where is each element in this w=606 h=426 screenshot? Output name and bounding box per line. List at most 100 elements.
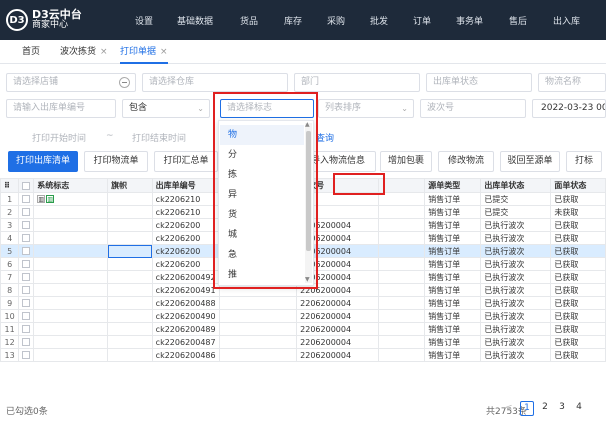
col-source-type[interactable]: 源单类型 xyxy=(424,178,482,193)
banner-flag-cell[interactable] xyxy=(107,244,153,258)
col-outbound-no[interactable]: 出库单编号 xyxy=(151,178,220,193)
search-link[interactable]: 查询 xyxy=(316,131,334,144)
dropdown-option[interactable]: 物 xyxy=(220,125,304,145)
row-checkbox[interactable] xyxy=(18,348,35,362)
outbound-no-cell[interactable]: ck2206200490 xyxy=(151,309,220,323)
tab-home[interactable]: 首页 xyxy=(22,40,40,64)
clear-icon[interactable] xyxy=(119,77,130,88)
print-end-time-input[interactable]: 打印结束时间 xyxy=(132,131,186,144)
page-4-button[interactable]: 4 xyxy=(572,401,586,416)
banner-flag-cell[interactable] xyxy=(107,257,153,271)
nav-orders[interactable]: 订单 xyxy=(413,14,431,27)
prev-page-button[interactable]: < xyxy=(505,403,513,413)
scroll-up-icon[interactable]: ▲ xyxy=(305,121,310,128)
store-select[interactable]: 请选择店铺 xyxy=(6,73,136,92)
dropdown-option[interactable]: 城 xyxy=(220,225,304,245)
nav-wholesale[interactable]: 批发 xyxy=(370,14,388,27)
modify-logistics-button[interactable]: 修改物流 xyxy=(438,151,494,172)
row-checkbox[interactable] xyxy=(18,192,35,206)
banner-flag-cell[interactable] xyxy=(107,348,153,362)
banner-flag-cell[interactable] xyxy=(107,231,153,245)
banner-flag-cell[interactable] xyxy=(107,192,153,206)
outbound-no-cell[interactable]: ck2206200 xyxy=(151,218,220,232)
outbound-no-cell[interactable]: ck2206210 xyxy=(151,205,220,219)
banner-flag-cell[interactable] xyxy=(107,322,153,336)
row-checkbox[interactable] xyxy=(18,218,35,232)
logistics-name-select[interactable]: 物流名称 xyxy=(538,73,606,92)
banner-flag-cell[interactable] xyxy=(107,205,153,219)
nav-in-out-warehouse[interactable]: 出入库 xyxy=(553,14,580,27)
nav-inventory[interactable]: 库存 xyxy=(284,14,302,27)
match-mode-select[interactable]: 包含 ⌄ xyxy=(122,99,210,118)
outbound-no-cell[interactable]: ck2206200 xyxy=(151,231,220,245)
print-outbound-list-button[interactable]: 打印出库清单 xyxy=(8,151,78,172)
scroll-down-icon[interactable]: ▼ xyxy=(305,276,310,283)
nav-settings[interactable]: 设置 xyxy=(135,14,153,27)
dropdown-option[interactable]: 货 xyxy=(220,205,304,225)
row-checkbox[interactable] xyxy=(18,335,35,349)
table-row[interactable]: 9 ck2206200488 2206200004 销售订单 已执行波次 已获取 xyxy=(0,296,606,310)
nav-goods[interactable]: 货品 xyxy=(240,14,258,27)
outbound-no-input[interactable]: 请输入出库单编号 xyxy=(6,99,116,118)
dropdown-scrollbar-thumb[interactable] xyxy=(306,131,311,251)
dropdown-option[interactable]: 异 xyxy=(220,185,304,205)
outbound-no-cell[interactable]: ck2206200 xyxy=(151,244,220,258)
nav-transactions[interactable]: 事务单 xyxy=(456,14,483,27)
row-checkbox[interactable] xyxy=(18,283,35,297)
close-icon[interactable]: × xyxy=(100,47,108,57)
tag-button[interactable]: 打标 xyxy=(566,151,602,172)
col-face-sheet-status[interactable]: 面单状态 xyxy=(550,178,606,193)
banner-flag-cell[interactable] xyxy=(107,270,153,284)
print-summary-button[interactable]: 打印汇总单 xyxy=(154,151,218,172)
col-system-flag[interactable]: 系统标志 xyxy=(33,178,109,193)
flag-select[interactable]: 请选择标志 xyxy=(220,99,314,118)
table-row[interactable]: 10 ck2206200490 2206200004 销售订单 已执行波次 已获取 xyxy=(0,309,606,323)
nav-after-sales[interactable]: 售后 xyxy=(509,14,527,27)
reject-to-source-button[interactable]: 驳回至源单 xyxy=(500,151,560,172)
list-sort-select[interactable]: 列表排序 ⌄ xyxy=(318,99,414,118)
banner-flag-cell[interactable] xyxy=(107,335,153,349)
add-package-button[interactable]: 增加包裹 xyxy=(380,151,432,172)
department-select[interactable]: 部门 xyxy=(294,73,420,92)
col-outbound-status[interactable]: 出库单状态 xyxy=(480,178,552,193)
table-row[interactable]: 13 ck2206200486 2206200004 销售订单 已执行波次 已获取 xyxy=(0,348,606,362)
tab-wave-picking[interactable]: 波次拣货 × xyxy=(60,40,108,64)
dropdown-option[interactable]: 分 xyxy=(220,145,304,165)
table-row[interactable]: 12 ck2206200487 2206200004 销售订单 已执行波次 已获取 xyxy=(0,335,606,349)
dropdown-option[interactable]: 急 xyxy=(220,245,304,265)
page-1-button[interactable]: 1 xyxy=(520,401,534,416)
outbound-status-select[interactable]: 出库单状态 xyxy=(426,73,532,92)
table-row[interactable]: 11 ck2206200489 2206200004 销售订单 已执行波次 已获取 xyxy=(0,322,606,336)
row-checkbox[interactable] xyxy=(18,270,35,284)
nav-purchase[interactable]: 采购 xyxy=(327,14,345,27)
select-all-checkbox[interactable] xyxy=(18,178,35,193)
row-checkbox[interactable] xyxy=(18,257,35,271)
close-icon[interactable]: × xyxy=(160,47,168,57)
wave-no-input[interactable]: 波次号 xyxy=(420,99,526,118)
dropdown-option[interactable]: 拣 xyxy=(220,165,304,185)
print-logistics-button[interactable]: 打印物流单 xyxy=(84,151,148,172)
page-2-button[interactable]: 2 xyxy=(538,401,552,416)
banner-flag-cell[interactable] xyxy=(107,296,153,310)
banner-flag-cell[interactable] xyxy=(107,309,153,323)
banner-flag-cell[interactable] xyxy=(107,283,153,297)
row-checkbox[interactable] xyxy=(18,244,35,258)
print-start-time-input[interactable]: 打印开始时间 xyxy=(32,131,86,144)
outbound-no-cell[interactable]: ck2206200492 xyxy=(151,270,220,284)
outbound-no-cell[interactable]: ck2206200491 xyxy=(151,283,220,297)
dropdown-option[interactable]: 推 xyxy=(220,265,304,285)
row-checkbox[interactable] xyxy=(18,322,35,336)
outbound-no-cell[interactable]: ck2206200487 xyxy=(151,335,220,349)
row-checkbox[interactable] xyxy=(18,205,35,219)
date-start-input[interactable]: 2022-03-23 00: xyxy=(532,99,606,118)
outbound-no-cell[interactable]: ck2206200 xyxy=(151,257,220,271)
outbound-no-cell[interactable]: ck2206200489 xyxy=(151,322,220,336)
nav-basic-data[interactable]: 基础数据 xyxy=(177,14,213,27)
row-checkbox[interactable] xyxy=(18,296,35,310)
warehouse-select[interactable]: 请选择仓库 xyxy=(142,73,288,92)
outbound-no-cell[interactable]: ck2206210 xyxy=(151,192,220,206)
tab-print-documents[interactable]: 打印单据 × xyxy=(120,40,168,64)
banner-flag-cell[interactable] xyxy=(107,218,153,232)
app-logo[interactable]: D3 D3云中台 商家中心 xyxy=(6,5,82,35)
page-3-button[interactable]: 3 xyxy=(555,401,569,416)
